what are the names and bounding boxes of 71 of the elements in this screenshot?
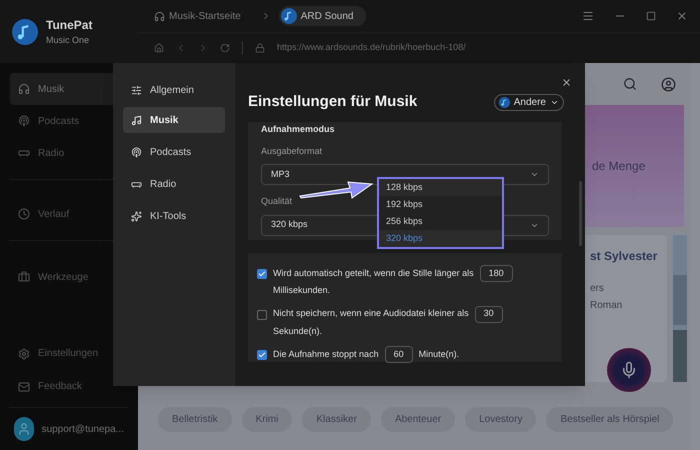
search-icon[interactable] — [623, 77, 637, 91]
headphones-icon — [154, 10, 165, 22]
checkbox[interactable] — [257, 350, 267, 360]
menu-option[interactable]: 128 kbps — [379, 179, 502, 196]
dialog-title: Einstellungen für Musik — [248, 92, 418, 112]
user-icon[interactable] — [661, 76, 676, 92]
card-text: ers — [590, 282, 605, 296]
field-label: Ausgabeformat — [261, 144, 322, 158]
microphone-icon — [620, 361, 638, 379]
app-subtitle: Music One — [46, 34, 90, 47]
field-label: Qualität — [261, 195, 292, 208]
maximize-icon[interactable] — [646, 11, 656, 21]
sidebar-item[interactable]: Werkzeuge — [10, 261, 128, 293]
url-text[interactable]: https://www.ardsounds.de/rubrik/hoerbuch-108/ — [277, 41, 466, 55]
reload-icon[interactable] — [220, 43, 230, 53]
sparkle-icon — [131, 210, 142, 222]
check-icon — [258, 351, 266, 359]
menu-icon[interactable] — [582, 10, 594, 22]
mail-icon — [18, 380, 30, 392]
category-chip[interactable]: Klassiker — [302, 406, 371, 432]
card-title: st Sylvester — [590, 248, 658, 265]
option-label: Nicht speichern, wenn eine Audiodatei kleiner als — [273, 307, 469, 320]
banner-text: de Menge — [592, 158, 646, 175]
settings-nav-item[interactable]: Radio — [123, 171, 225, 197]
settings-nav-item[interactable]: Musik — [123, 107, 225, 133]
category-chip[interactable]: Lovestory — [465, 406, 536, 432]
option-label: Die Aufnahme stoppt nach — [273, 348, 379, 361]
settings-icon — [18, 348, 30, 360]
account-email: support@tunepa... — [42, 422, 124, 436]
browser-tab[interactable]: Musik-Startseite — [150, 6, 253, 26]
unit-label: Millisekunden. — [273, 284, 332, 297]
sidebar-item[interactable]: Einstellungen — [10, 337, 128, 370]
close-icon[interactable] — [561, 77, 572, 88]
menu-option[interactable]: 320 kbps — [379, 230, 502, 247]
number-field[interactable]: 180 — [480, 265, 513, 282]
card-text: Roman — [590, 299, 624, 313]
toolbox-icon — [18, 271, 30, 283]
podcast-icon — [131, 146, 142, 158]
checkbox[interactable] — [257, 310, 267, 320]
lock-icon — [255, 43, 265, 53]
podcast-icon — [18, 115, 30, 127]
person-icon — [16, 422, 31, 436]
app-logo — [12, 18, 38, 44]
number-field[interactable]: 30 — [474, 306, 503, 322]
check-icon — [258, 270, 266, 278]
avatar[interactable] — [14, 417, 34, 441]
close-icon[interactable] — [676, 10, 688, 22]
category-chip[interactable]: Abenteuer — [380, 406, 456, 432]
menu-option[interactable]: 256 kbps — [379, 213, 502, 230]
app-name: TunePat — [46, 16, 92, 34]
app-logo — [498, 96, 510, 108]
app-logo — [280, 8, 297, 24]
section-title: Aufnahmemodus — [261, 123, 336, 136]
category-chip[interactable]: Belletristik — [158, 406, 232, 432]
sliders-icon — [131, 84, 142, 96]
home-icon[interactable] — [154, 43, 164, 53]
menu-option[interactable]: 192 kbps — [379, 196, 502, 213]
music-note-icon — [131, 114, 142, 126]
unit-label: Minute(n). — [418, 348, 460, 361]
browser-tab[interactable]: ARD Sound — [278, 6, 366, 26]
number-field[interactable]: 60 — [384, 346, 413, 363]
sidebar-item[interactable]: Feedback — [10, 370, 128, 403]
headphones-icon — [18, 83, 30, 95]
category-chip[interactable]: Krimi — [242, 406, 292, 432]
source-dropdown[interactable]: Andere — [494, 94, 564, 110]
option-label: Wird automatisch geteilt, wenn die Stille länger als — [273, 266, 474, 280]
category-chip[interactable]: Bestseller als Hörspiel — [546, 406, 674, 432]
unit-label: Sekunde(n). — [273, 324, 322, 338]
checkbox[interactable] — [257, 269, 267, 279]
chevron-down-icon — [530, 170, 539, 179]
clock-icon — [18, 208, 30, 220]
